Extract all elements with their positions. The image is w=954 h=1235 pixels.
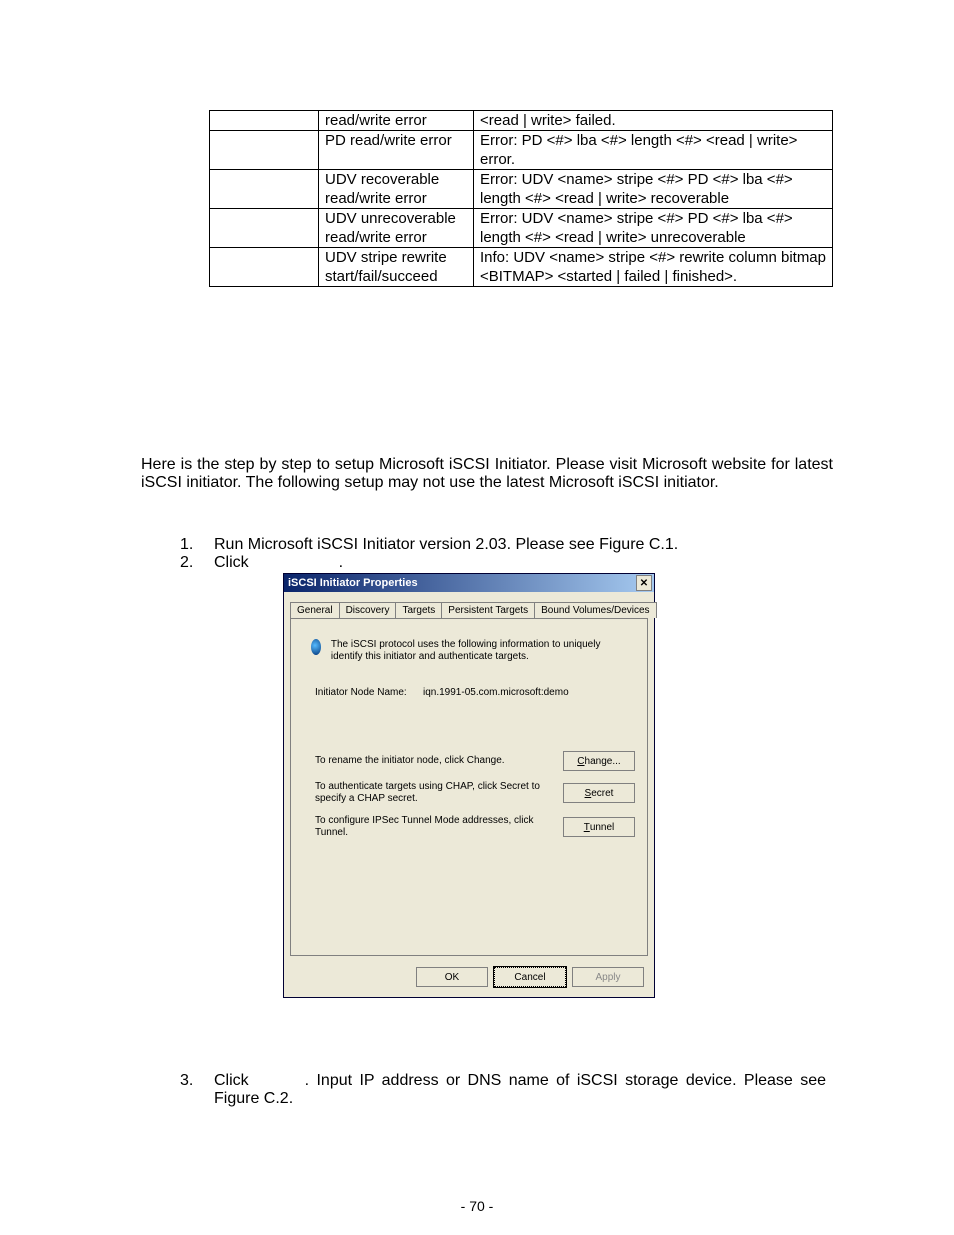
tab-bar: General Discovery Targets Persistent Tar… [290,598,648,618]
table-row: UDV recoverable read/write errorError: U… [210,170,833,209]
tab-general[interactable]: General [290,602,340,619]
secret-button[interactable]: Secret [563,783,635,803]
node-name-value: iqn.1991-05.com.microsoft:demo [423,687,569,698]
tab-body: The iSCSI protocol uses the following in… [290,618,648,956]
intro-paragraph: Here is the step by step to setup Micros… [141,456,833,492]
ok-button[interactable]: OK [416,967,488,987]
secret-label: To authenticate targets using CHAP, clic… [315,781,543,805]
step-3: 3.Click. Input IP address or DNS name of… [180,1072,872,1108]
dialog-footer: OK Cancel Apply [284,967,654,989]
tunnel-button[interactable]: Tunnel [563,817,635,837]
close-icon[interactable]: ✕ [636,575,652,591]
dialog-blurb: The iSCSI protocol uses the following in… [331,639,621,663]
table-row: UDV unrecoverable read/write errorError:… [210,209,833,248]
tab-bound[interactable]: Bound Volumes/Devices [534,602,656,618]
info-icon [311,639,321,655]
tab-targets[interactable]: Targets [395,602,442,618]
dialog-title: iSCSI Initiator Properties [288,577,418,589]
error-table: read/write error<read | write> failed. P… [209,110,833,287]
table-row: PD read/write errorError: PD <#> lba <#>… [210,131,833,170]
tunnel-label: To configure IPSec Tunnel Mode addresses… [315,815,543,839]
page-number: - 70 - [0,1198,954,1214]
change-label: To rename the initiator node, click Chan… [315,755,543,767]
apply-button: Apply [572,967,644,987]
node-name-label: Initiator Node Name: [315,687,407,698]
dialog-titlebar: iSCSI Initiator Properties ✕ [284,574,654,592]
tab-persistent[interactable]: Persistent Targets [441,602,535,618]
table-row: read/write error<read | write> failed. [210,111,833,131]
cancel-button[interactable]: Cancel [494,967,566,987]
steps-list: 1.Run Microsoft iSCSI Initiator version … [180,536,833,572]
iscsi-properties-dialog: iSCSI Initiator Properties ✕ General Dis… [283,573,655,998]
tab-discovery[interactable]: Discovery [339,602,397,618]
table-row: UDV stripe rewrite start/fail/succeedInf… [210,248,833,287]
change-button[interactable]: Change... [563,751,635,771]
